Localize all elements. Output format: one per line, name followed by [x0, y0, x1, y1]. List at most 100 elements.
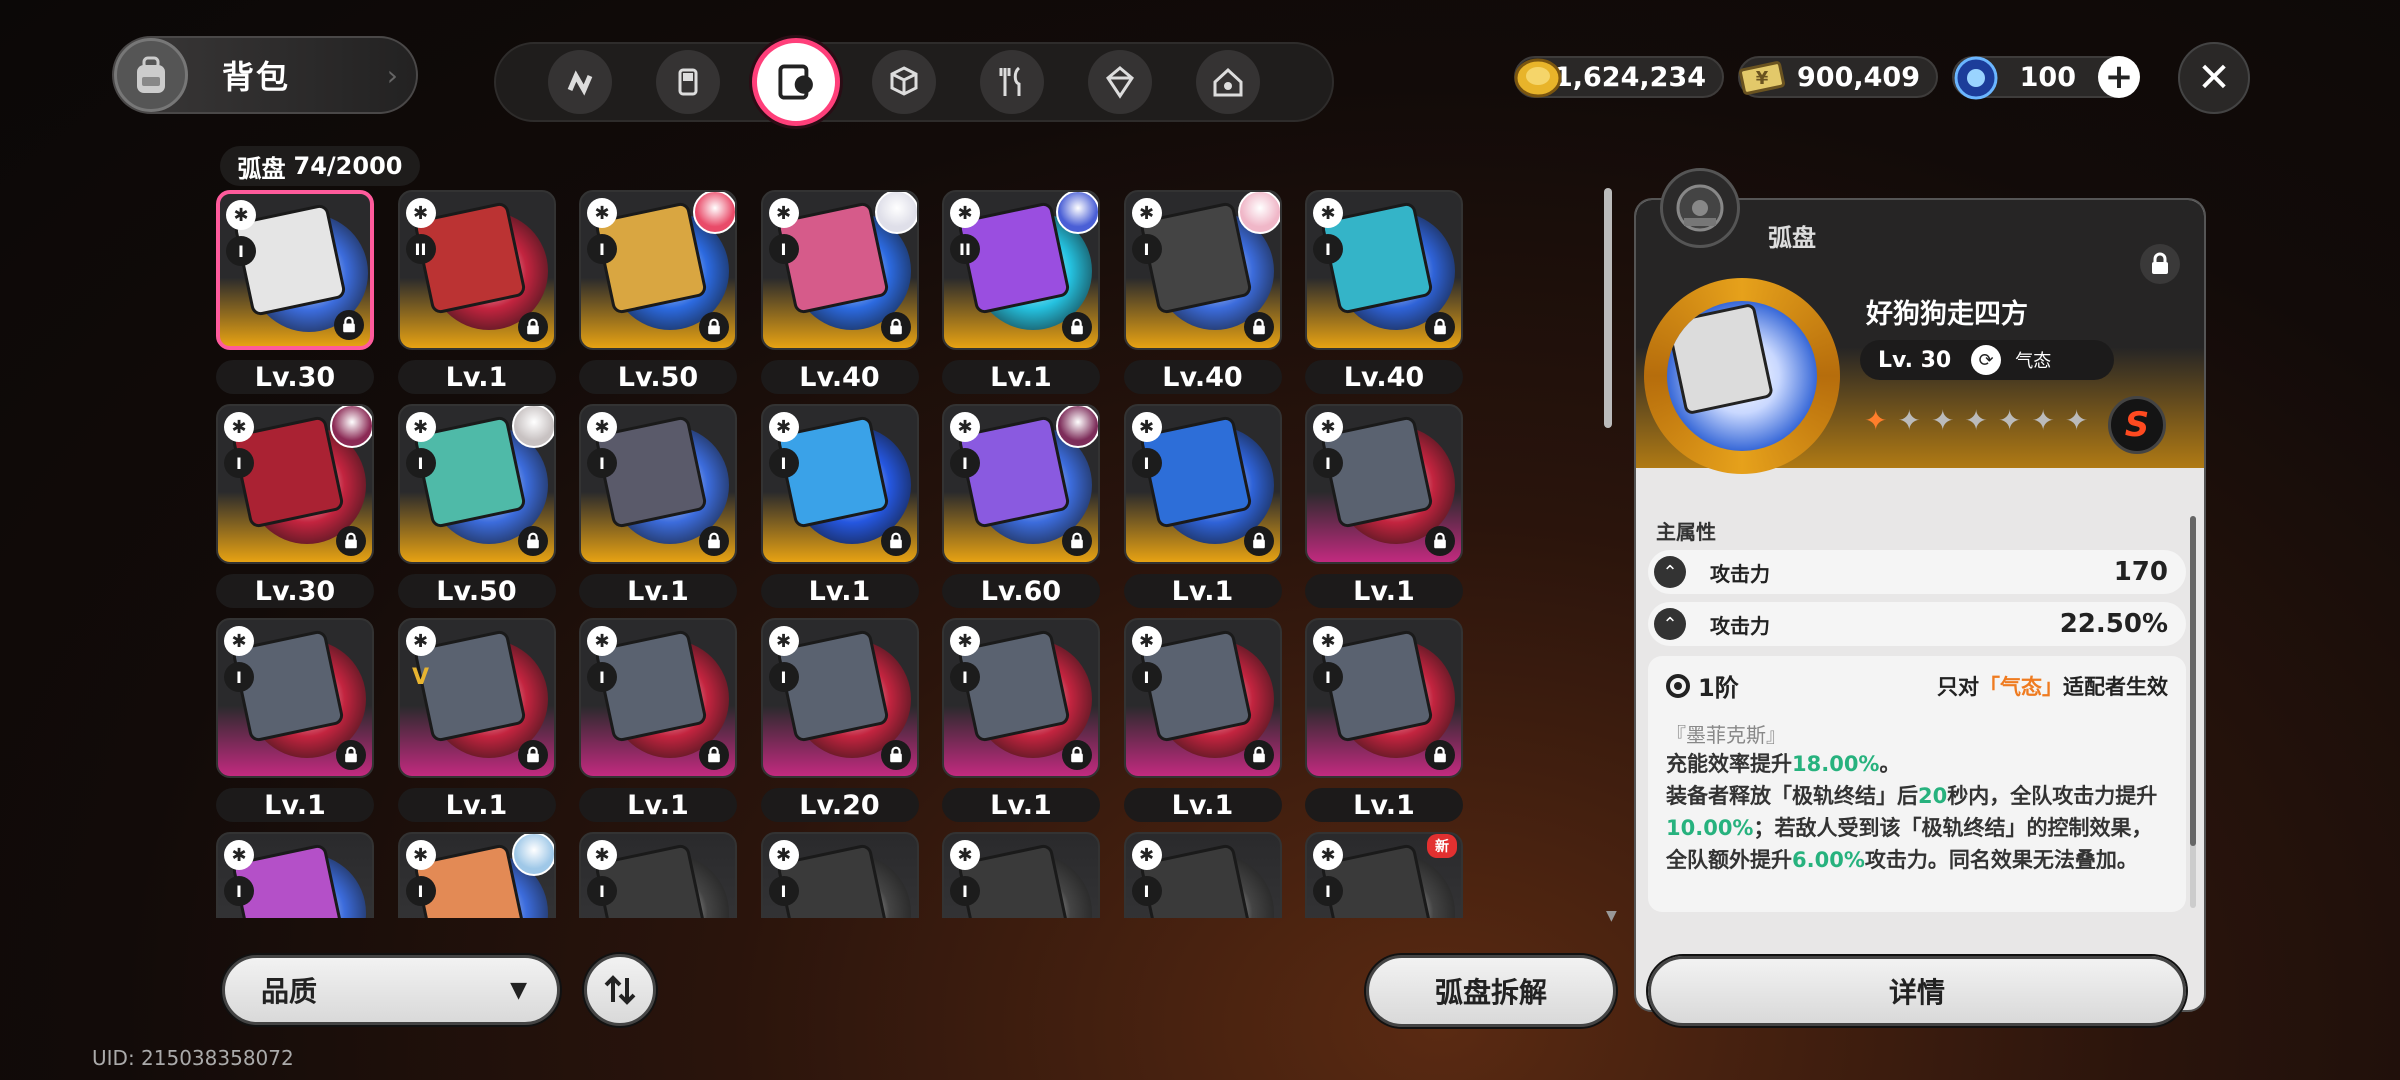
disc-card[interactable]: ✱ I Lv.1 — [942, 618, 1106, 822]
stat-value: 22.50% — [2059, 609, 2168, 639]
disc-card[interactable]: ✱ V Lv.1 — [397, 618, 562, 822]
lock-icon[interactable] — [1425, 526, 1455, 556]
disc-card[interactable]: ✱ I Lv.1 — [1123, 618, 1288, 822]
lock-icon[interactable] — [1062, 740, 1092, 770]
disc-card-frame[interactable]: ✱ I — [397, 404, 556, 564]
disc-card-frame[interactable]: ✱ I — [216, 190, 374, 350]
close-button[interactable]: ✕ — [2178, 42, 2250, 114]
disc-card[interactable]: ✱ I Lv.1 — [1305, 618, 1469, 822]
disc-card-frame[interactable]: ✱ I — [1305, 190, 1463, 350]
disc-card-frame[interactable]: ✱ I — [1123, 190, 1282, 350]
disc-card-frame[interactable]: ✱ I — [216, 832, 374, 918]
disc-card-frame[interactable]: ✱ V — [397, 618, 556, 778]
detail-scrollbar[interactable] — [2190, 516, 2196, 908]
disc-card[interactable]: ✱ II Lv.1 — [397, 190, 562, 394]
disc-card[interactable]: ✱ II Lv.1 — [942, 190, 1106, 394]
lock-icon[interactable] — [336, 740, 366, 770]
drive-tab[interactable] — [548, 50, 612, 114]
disc-card-frame[interactable]: ✱ I — [1123, 832, 1282, 918]
detail-lock-toggle[interactable] — [2140, 244, 2180, 284]
crystal-tab[interactable] — [1088, 50, 1152, 114]
lock-icon[interactable] — [699, 740, 729, 770]
dismantle-button[interactable]: 弧盘拆解 — [1366, 955, 1616, 1027]
disc-card[interactable]: ✱ I Lv.1 — [1123, 404, 1288, 608]
lock-icon[interactable] — [1062, 312, 1092, 342]
disc-card-frame[interactable]: ✱ I — [579, 404, 737, 564]
lock-icon[interactable] — [517, 740, 548, 770]
lock-icon[interactable] — [699, 312, 729, 342]
disc-card-frame[interactable]: ✱ I — [1305, 618, 1463, 778]
grid-scrollbar[interactable] — [1604, 188, 1612, 918]
disc-card[interactable]: ✱ I Lv.40 — [760, 190, 925, 394]
cube-tab[interactable] — [872, 50, 936, 114]
food-tab[interactable] — [980, 50, 1044, 114]
disc-card-frame[interactable]: ✱ I — [760, 404, 919, 564]
disc-card-frame[interactable]: ✱ I — [942, 618, 1100, 778]
disc-card[interactable]: ✱ I Lv.30 — [216, 190, 380, 394]
disc-card[interactable]: ✱ I Lv.20 — [760, 618, 925, 822]
lock-icon[interactable] — [1243, 312, 1274, 342]
lock-icon[interactable] — [1425, 312, 1455, 342]
disc-card-frame[interactable]: ✱ II — [942, 190, 1100, 350]
lock-icon[interactable] — [880, 526, 911, 556]
disc-card-frame[interactable]: ✱ I — [1123, 404, 1282, 564]
equipped-agent-avatar — [874, 192, 917, 234]
lock-icon[interactable] — [1425, 740, 1455, 770]
sort-order-button[interactable] — [584, 954, 656, 1026]
disc-card-frame[interactable]: ✱ I — [1123, 618, 1282, 778]
disc-card-frame[interactable]: ✱ I — [760, 618, 919, 778]
disc-tab[interactable] — [752, 38, 840, 126]
lock-icon[interactable] — [336, 526, 366, 556]
gameboy-tab[interactable] — [656, 50, 720, 114]
house-tab[interactable] — [1196, 50, 1260, 114]
disc-card-frame[interactable]: ✱ I — [397, 832, 556, 918]
disc-card[interactable]: ✱ I Lv.1 — [760, 404, 925, 608]
lock-icon[interactable] — [880, 312, 911, 342]
disc-card[interactable]: ✱ I Lv.30 — [216, 404, 380, 608]
lock-icon[interactable] — [517, 526, 548, 556]
add-energy-button[interactable]: + — [2098, 56, 2140, 98]
disc-card[interactable]: ✱ I Lv.40 — [1305, 190, 1469, 394]
disc-card-frame[interactable]: ✱ I — [1305, 404, 1463, 564]
disc-card-frame[interactable]: ✱ I — [579, 190, 737, 350]
disc-card[interactable]: ✱ I Lv.1 — [579, 618, 743, 822]
disc-level: Lv.1 — [760, 574, 919, 608]
disc-card[interactable]: ✱ I Lv.1 — [579, 404, 743, 608]
disc-card-frame[interactable]: ✱ I — [216, 404, 374, 564]
details-button[interactable]: 详情 — [1648, 956, 2186, 1026]
details-label: 详情 — [1888, 976, 1945, 1009]
disc-card-frame[interactable]: ✱ I — [579, 618, 737, 778]
disc-card[interactable]: ✱ I Lv.1 — [216, 618, 380, 822]
disc-card-frame[interactable]: ✱ I — [760, 832, 919, 918]
disc-card[interactable]: ✱ I — [942, 832, 1106, 918]
disc-card[interactable]: ✱ I 新 — [1305, 832, 1469, 918]
disc-card[interactable]: ✱ I — [760, 832, 925, 918]
disc-card-frame[interactable]: ✱ II — [397, 190, 556, 350]
disc-card-frame[interactable]: ✱ I — [942, 832, 1100, 918]
disc-card-frame[interactable]: ✱ I — [216, 618, 374, 778]
lock-icon[interactable] — [517, 312, 548, 342]
disc-card[interactable]: ✱ I Lv.40 — [1123, 190, 1288, 394]
lock-icon[interactable] — [880, 740, 911, 770]
disc-card[interactable]: ✱ I — [1123, 832, 1288, 918]
disc-card[interactable]: ✱ I — [216, 832, 380, 918]
lock-icon[interactable] — [1062, 526, 1092, 556]
disc-card[interactable]: ✱ I — [397, 832, 562, 918]
disc-card-frame[interactable]: ✱ I — [760, 190, 919, 350]
lock-icon[interactable] — [1243, 740, 1274, 770]
lock-icon[interactable] — [334, 310, 364, 340]
disc-card-frame[interactable]: ✱ I — [942, 404, 1100, 564]
disc-card-frame[interactable]: ✱ I — [579, 832, 737, 918]
quality-filter-dropdown[interactable]: 品质 ▼ — [222, 955, 560, 1025]
lock-icon[interactable] — [1243, 526, 1274, 556]
disc-card[interactable]: ✱ I Lv.50 — [397, 404, 562, 608]
lock-icon[interactable] — [699, 526, 729, 556]
disc-card[interactable]: ✱ I Lv.60 — [942, 404, 1106, 608]
disc-card[interactable]: ✱ I — [579, 832, 743, 918]
scroll-down-arrow-icon: ▼ — [1606, 908, 1617, 924]
disc-card[interactable]: ✱ I Lv.1 — [1305, 404, 1469, 608]
disc-card-frame[interactable]: ✱ I 新 — [1305, 832, 1463, 918]
backpack-title-pill[interactable]: 背包 › — [112, 36, 418, 114]
equipped-agent-avatar — [1237, 192, 1280, 234]
disc-card[interactable]: ✱ I Lv.50 — [579, 190, 743, 394]
